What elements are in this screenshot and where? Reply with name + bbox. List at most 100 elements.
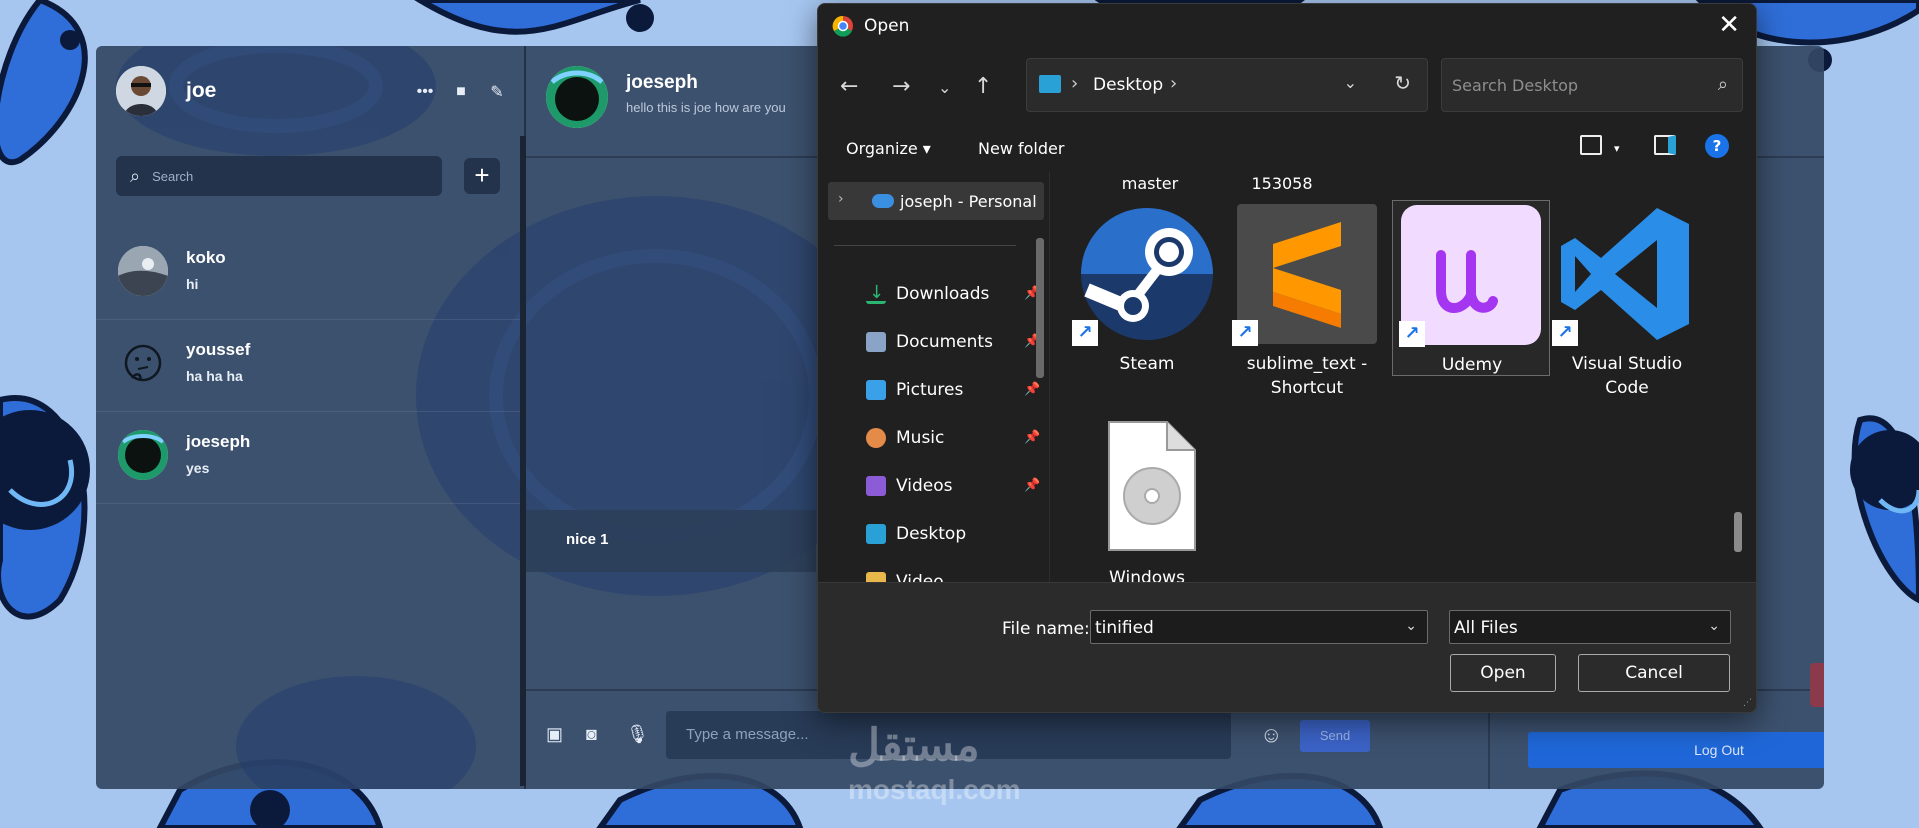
file-label: 153058 [1251, 174, 1313, 193]
contact-last-message: yes [186, 460, 210, 476]
address-location[interactable]: Desktop [1093, 75, 1163, 95]
contact-photo-icon [118, 246, 168, 296]
tree-item-desktop[interactable]: Desktop [866, 520, 1034, 548]
download-icon: ↓ [866, 282, 886, 304]
chevron-down-icon[interactable]: ⌄ [1405, 618, 1417, 634]
emoji-icon[interactable]: ☺ [1260, 722, 1282, 748]
tree-item-label: Music [896, 428, 945, 448]
watermark: مستقل mostaql.com [848, 720, 1021, 805]
contact-last-message: hi [186, 276, 199, 292]
resize-grip-icon[interactable]: ⋰ [1743, 698, 1752, 708]
expand-icon[interactable]: › [838, 191, 844, 207]
navigation-scrollbar[interactable] [1036, 238, 1044, 378]
shortcut-arrow-icon: ↗ [1552, 320, 1578, 346]
organize-menu[interactable]: Organize ▾ [846, 139, 931, 158]
file-type-value: All Files [1454, 618, 1518, 638]
cancel-button[interactable]: Cancel [1578, 654, 1730, 692]
desktop-folder-icon [1039, 75, 1061, 93]
file-name-input[interactable]: tinified ⌄ [1090, 610, 1428, 644]
preview-pane-icon[interactable] [1654, 135, 1676, 155]
file-item-vscode[interactable]: ↗ Visual Studio Code [1552, 204, 1696, 398]
file-item-sublime[interactable]: ↗ sublime_text - Shortcut [1232, 204, 1377, 398]
chat-sidebar: joe ••• ■ ✎ ⌕ Search + koko hi youssef h… [96, 46, 526, 789]
avatar [118, 430, 168, 480]
pin-icon[interactable]: 📌 [1024, 478, 1040, 493]
logout-button[interactable]: Log Out [1528, 732, 1824, 768]
contact-search-input[interactable]: ⌕ Search [116, 156, 442, 196]
pin-icon[interactable]: 📌 [1024, 382, 1040, 397]
tree-item-documents[interactable]: Documents 📌 [866, 328, 1040, 356]
user-photo-icon [116, 66, 166, 116]
file-list-scrollbar[interactable] [1734, 512, 1742, 552]
new-folder-button[interactable]: New folder [978, 139, 1064, 158]
tree-item-pictures[interactable]: Pictures 📌 [866, 376, 1040, 404]
pin-icon[interactable]: 📌 [1024, 430, 1040, 445]
send-button[interactable]: Send [1300, 720, 1370, 752]
file-label: Visual Studio Code [1571, 354, 1683, 398]
forward-icon[interactable]: → [892, 74, 910, 99]
contact-item-koko[interactable]: koko hi [96, 228, 521, 320]
file-item-windows[interactable]: Windows [1072, 416, 1216, 582]
contact-last-message: ha ha ha [186, 368, 243, 384]
danger-button[interactable] [1810, 663, 1824, 707]
camera-icon[interactable]: ◙ [586, 724, 597, 745]
contact-photo-icon [118, 430, 168, 480]
file-type-select[interactable]: All Files ⌄ [1449, 610, 1731, 644]
back-icon[interactable]: ← [840, 74, 858, 99]
vscode-icon [1561, 208, 1689, 340]
file-item-steam[interactable]: ↗ Steam [1072, 204, 1216, 380]
chevron-right-icon[interactable]: › [1170, 73, 1177, 94]
close-icon[interactable]: ✕ [1718, 10, 1740, 40]
image-icon[interactable]: ▣ [546, 724, 563, 745]
desktop-icon [866, 524, 886, 544]
file-list: master 153058 ↗ Steam ↗ sublime_text - S… [1052, 172, 1756, 582]
onedrive-icon [872, 194, 894, 208]
file-name-value: tinified [1095, 618, 1154, 638]
sidebar-actions: ••• ■ ✎ [416, 82, 506, 102]
open-button[interactable]: Open [1450, 654, 1556, 692]
chevron-right-icon: › [1071, 73, 1079, 94]
up-icon[interactable]: ↑ [974, 74, 992, 99]
contact-item-joeseph[interactable]: joeseph yes [96, 412, 521, 504]
avatar [118, 338, 168, 388]
chevron-down-icon[interactable]: ⌄ [1344, 73, 1357, 92]
more-options-icon[interactable]: ••• [416, 83, 434, 101]
address-bar[interactable]: › Desktop › ⌄ ↻ [1026, 58, 1428, 112]
chevron-down-icon: ⌄ [1708, 618, 1720, 634]
view-mode-icon[interactable] [1580, 135, 1602, 155]
search-desktop-input[interactable]: Search Desktop ⌕ [1441, 58, 1743, 112]
add-contact-button[interactable]: + [464, 158, 500, 194]
contact-photo-icon [546, 66, 608, 128]
divider [834, 245, 1016, 246]
recent-locations-icon[interactable]: ⌄ [938, 78, 951, 97]
tree-item-downloads[interactable]: ↓ Downloads 📌 [866, 280, 1040, 308]
tree-item-label: Documents [896, 332, 993, 352]
shortcut-arrow-icon: ↗ [1232, 320, 1258, 346]
message-bubble: nice 1 [526, 510, 816, 572]
file-label: Steam [1119, 354, 1175, 374]
file-item-udemy[interactable]: ↗ Udemy [1392, 200, 1550, 376]
conversation-status: hello this is joe how are you [626, 100, 786, 115]
document-icon [866, 332, 886, 352]
view-dropdown-icon[interactable]: ▾ [1614, 142, 1620, 155]
shortcut-arrow-icon: ↗ [1399, 321, 1425, 347]
tree-item-videos[interactable]: Videos 📌 [866, 472, 1040, 500]
organize-label: Organize [846, 139, 918, 158]
shortcut-arrow-icon: ↗ [1072, 320, 1098, 346]
steam-icon [1081, 208, 1213, 340]
tree-item-music[interactable]: Music 📌 [866, 424, 1040, 452]
disc-file-icon [1108, 421, 1196, 551]
tree-item-label: joseph - Personal [900, 192, 1037, 211]
help-icon[interactable]: ? [1705, 134, 1729, 158]
microphone-icon[interactable]: 🎙 [626, 724, 649, 745]
avatar[interactable] [116, 66, 166, 116]
video-call-icon[interactable]: ■ [452, 83, 470, 101]
file-label: sublime_text - Shortcut [1246, 354, 1368, 398]
compose-icon[interactable]: ✎ [488, 82, 506, 102]
contact-item-youssef[interactable]: youssef ha ha ha [96, 320, 521, 412]
tree-item-video[interactable]: Video [866, 568, 1034, 582]
tree-item-onedrive[interactable]: › joseph - Personal [828, 182, 1044, 220]
avatar[interactable] [546, 66, 608, 128]
refresh-icon[interactable]: ↻ [1394, 71, 1411, 95]
navigation-pane: › joseph - Personal ↓ Downloads 📌 Docume… [818, 172, 1050, 582]
